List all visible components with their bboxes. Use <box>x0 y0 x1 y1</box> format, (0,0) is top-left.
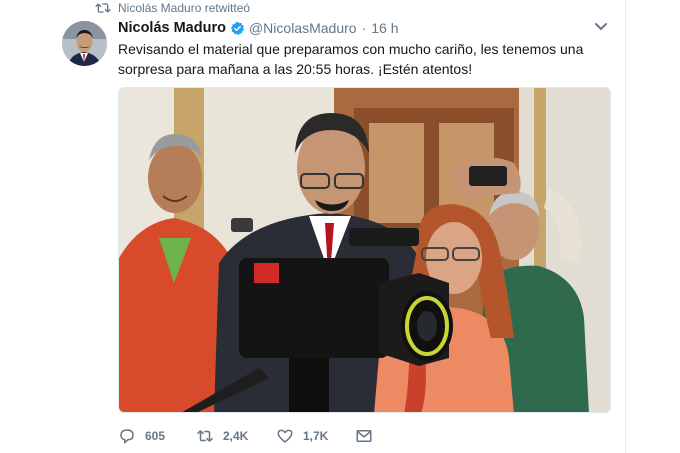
verified-badge-icon <box>230 21 245 35</box>
like-count: 1,7K <box>303 429 329 443</box>
retweet-notice[interactable]: Nicolás Maduro retwitteó <box>95 0 250 16</box>
avatar[interactable] <box>62 21 107 66</box>
retweet-button[interactable]: 2,4K <box>196 427 276 445</box>
separator-dot: · <box>361 20 367 36</box>
direct-message-button[interactable] <box>355 427 382 445</box>
reply-count: 605 <box>145 429 166 443</box>
tweet-text: Revisando el material que preparamos con… <box>118 41 584 77</box>
tweet-actions: 605 2,4K 1,7K <box>118 425 382 447</box>
like-button[interactable]: 1,7K <box>276 427 355 445</box>
user-handle[interactable]: @NicolasMaduro <box>249 20 357 36</box>
chevron-down-icon[interactable] <box>594 22 608 32</box>
tweet-media[interactable] <box>118 87 611 413</box>
retweet-icon <box>196 430 214 442</box>
tweet-header: Nicolás Maduro @NicolasMaduro · 16 h <box>118 19 398 37</box>
tweet-timestamp[interactable]: 16 h <box>371 20 398 36</box>
reply-button[interactable]: 605 <box>118 427 196 445</box>
display-name[interactable]: Nicolás Maduro <box>118 20 226 36</box>
retweet-notice-text: Nicolás Maduro retwitteó <box>118 1 251 15</box>
envelope-icon <box>356 430 372 442</box>
timeline-border <box>625 0 626 453</box>
photo-camera-crew <box>119 88 610 412</box>
avatar-photo <box>62 21 107 66</box>
heart-icon <box>277 429 293 443</box>
retweet-count: 2,4K <box>223 429 249 443</box>
retweet-icon <box>95 3 111 13</box>
reply-icon <box>120 429 134 444</box>
